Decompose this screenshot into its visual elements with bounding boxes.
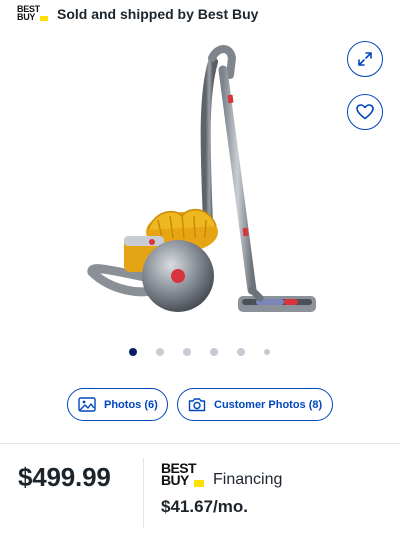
customer-photos-button[interactable]: Customer Photos (8) bbox=[177, 388, 333, 421]
carousel-dot[interactable] bbox=[237, 348, 245, 356]
image-icon bbox=[78, 397, 96, 413]
carousel-dot[interactable] bbox=[129, 348, 137, 356]
logo-tag bbox=[40, 16, 48, 21]
carousel-dot[interactable] bbox=[264, 349, 270, 355]
camera-icon bbox=[188, 397, 206, 413]
carousel-dot[interactable] bbox=[210, 348, 218, 356]
carousel-dot[interactable] bbox=[156, 348, 164, 356]
carousel-dot[interactable] bbox=[183, 348, 191, 356]
best-buy-logo: BEST BUY bbox=[17, 5, 49, 23]
monthly-payment: $41.67/mo. bbox=[161, 497, 248, 516]
best-buy-financing-logo: BEST BUY bbox=[161, 461, 205, 488]
heart-icon bbox=[356, 104, 374, 120]
carousel-dots bbox=[0, 347, 400, 359]
financing-logo-tag bbox=[194, 480, 204, 487]
wishlist-button[interactable] bbox=[347, 94, 383, 130]
customer-photos-label: Customer Photos (8) bbox=[214, 398, 323, 411]
price-divider bbox=[143, 458, 144, 528]
expand-button[interactable] bbox=[347, 41, 383, 77]
section-divider bbox=[0, 443, 400, 444]
seller-bar: BEST BUY Sold and shipped by Best Buy bbox=[0, 0, 400, 30]
seller-text: Sold and shipped by Best Buy bbox=[57, 6, 259, 22]
expand-arrows-icon bbox=[358, 52, 372, 66]
product-image[interactable] bbox=[80, 40, 330, 320]
photos-button[interactable]: Photos (6) bbox=[67, 388, 168, 421]
logo-line-2: BUY bbox=[17, 12, 36, 22]
product-price: $499.99 bbox=[18, 462, 111, 492]
photos-label: Photos (6) bbox=[104, 398, 158, 411]
financing-label[interactable]: Financing bbox=[213, 471, 282, 489]
